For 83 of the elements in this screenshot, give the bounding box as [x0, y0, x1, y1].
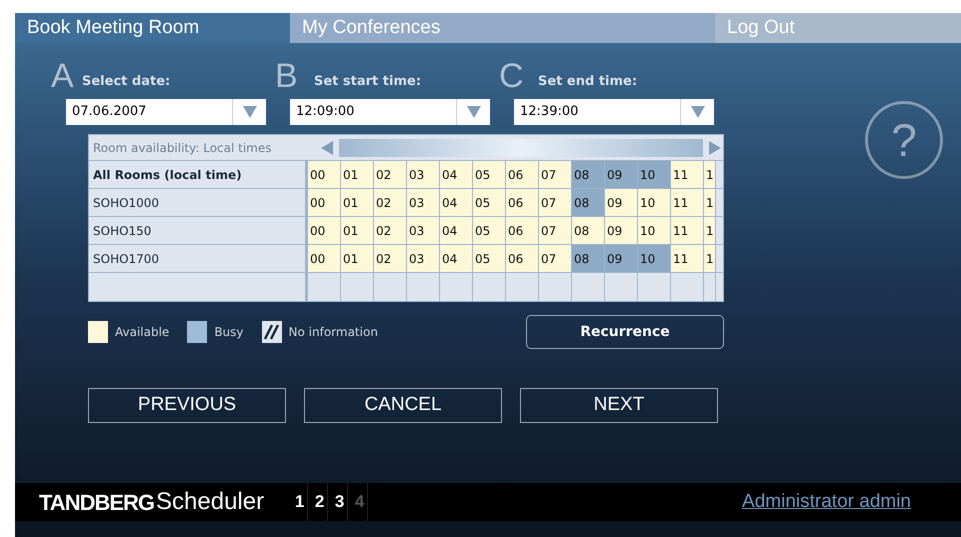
- hour-cell: 09: [605, 161, 638, 188]
- hour-cell: 1: [704, 161, 716, 188]
- brand-name: TANDBERG: [39, 488, 154, 516]
- hour-cell: 08: [572, 245, 605, 272]
- dropdown[interactable]: 07.06.2007: [66, 99, 266, 125]
- hour-cell: 00: [308, 217, 341, 244]
- nav-button[interactable]: PREVIOUS: [88, 388, 286, 423]
- hour-cell: 10: [638, 217, 671, 244]
- hour-cell: 09: [605, 245, 638, 272]
- hour-cell: 08: [572, 189, 605, 216]
- hour-cell: 10: [638, 189, 671, 216]
- hour-cell: 1: [704, 189, 716, 216]
- hour-cell: 1: [704, 217, 716, 244]
- hour-cell: 00: [308, 161, 341, 188]
- legend-label: Busy: [214, 324, 244, 341]
- nav-button[interactable]: NEXT: [520, 388, 718, 423]
- hour-cell: 11: [671, 161, 704, 188]
- hour-cell: 02: [374, 245, 407, 272]
- field-label: Select date:: [82, 72, 170, 90]
- hour-cell: 08: [572, 161, 605, 188]
- hour-cell: 05: [473, 189, 506, 216]
- hour-cell: 01: [341, 161, 374, 188]
- dropdown-arrow-icon: [690, 106, 704, 118]
- step-button[interactable]: 3: [332, 483, 348, 521]
- recurrence-button[interactable]: Recurrence: [526, 315, 724, 349]
- hour-cell: 10: [638, 161, 671, 188]
- hour-cell: 07: [539, 217, 572, 244]
- hour-cell: 05: [473, 245, 506, 272]
- hour-cell: 03: [407, 245, 440, 272]
- dropdown-arrow-icon: [466, 106, 480, 118]
- hour-cell: 03: [407, 189, 440, 216]
- dropdown[interactable]: 12:39:00: [514, 99, 714, 125]
- hour-cell: 00: [308, 189, 341, 216]
- grid-title: Room availability: Local times: [92, 140, 273, 156]
- field-label: Set end time:: [538, 72, 638, 90]
- hour-cell: 02: [374, 189, 407, 216]
- hour-cell: 07: [539, 245, 572, 272]
- hour-cell: 01: [341, 189, 374, 216]
- hour-cell: 06: [506, 217, 539, 244]
- hour-cell: 01: [341, 245, 374, 272]
- hour-cell: 02: [374, 161, 407, 188]
- step-letter: B: [275, 59, 299, 93]
- scrollbar[interactable]: [339, 138, 703, 156]
- hour-cell: 10: [638, 245, 671, 272]
- hour-cell: 05: [473, 161, 506, 188]
- nav-button[interactable]: CANCEL: [304, 388, 502, 423]
- dropdown-arrow-icon: [242, 106, 256, 118]
- legend-label: Available: [115, 324, 170, 341]
- product-name: Scheduler: [156, 487, 264, 517]
- hour-cell: 09: [605, 189, 638, 216]
- hour-cell: 04: [440, 161, 473, 188]
- hour-cell: 09: [605, 217, 638, 244]
- field-label: Set start time:: [314, 72, 422, 90]
- hour-cell: 03: [407, 161, 440, 188]
- user-link[interactable]: Administrator admin: [742, 488, 911, 516]
- hour-cell: 05: [473, 217, 506, 244]
- hour-cell: 11: [671, 217, 704, 244]
- hour-cell: 07: [539, 161, 572, 188]
- hour-cell: 04: [440, 217, 473, 244]
- scroll-left-icon[interactable]: [321, 140, 333, 154]
- dropdown[interactable]: 12:09:00: [290, 99, 490, 125]
- hour-cell: 06: [506, 161, 539, 188]
- hour-cell: 04: [440, 189, 473, 216]
- hour-cell: 07: [539, 189, 572, 216]
- hour-cell: 01: [341, 217, 374, 244]
- hour-cell: 1: [704, 245, 716, 272]
- hour-cell: 00: [308, 245, 341, 272]
- hour-cell: 11: [671, 245, 704, 272]
- no-information-swatch: [262, 321, 282, 343]
- hour-cell: 06: [506, 189, 539, 216]
- hour-cell: 11: [671, 189, 704, 216]
- hour-cell: 03: [407, 217, 440, 244]
- step-button[interactable]: 1: [292, 483, 308, 521]
- hour-cell: 02: [374, 217, 407, 244]
- hour-cell: 08: [572, 217, 605, 244]
- busy-swatch: [187, 321, 208, 343]
- step-letter: C: [499, 59, 525, 93]
- available-swatch: [88, 321, 108, 343]
- step-button[interactable]: 2: [312, 483, 328, 521]
- hour-cell: 06: [506, 245, 539, 272]
- legend-label: No information: [288, 324, 378, 341]
- hour-cell: 04: [440, 245, 473, 272]
- scroll-right-icon[interactable]: [709, 140, 721, 154]
